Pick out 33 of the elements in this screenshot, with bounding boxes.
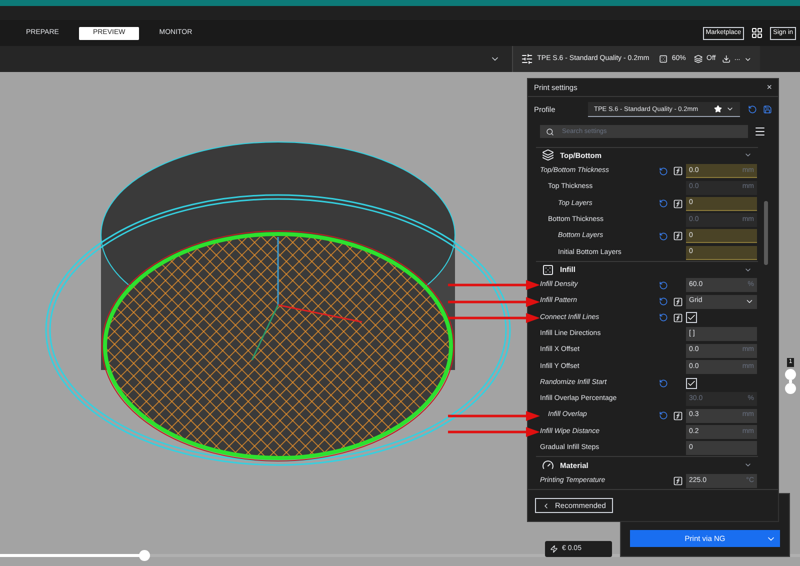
reset-icon[interactable] [658, 166, 668, 176]
reset-icon[interactable] [658, 313, 668, 322]
function-icon[interactable] [673, 312, 683, 323]
download-icon [722, 54, 730, 64]
function-icon[interactable] [673, 476, 683, 486]
layer-slider-track [789, 380, 792, 383]
reset-icon[interactable] [658, 280, 668, 290]
reset-icon[interactable] [748, 105, 757, 114]
checkbox[interactable] [686, 312, 697, 324]
path-slider-handle[interactable] [139, 550, 150, 561]
scrollbar[interactable] [764, 200, 768, 265]
lightning-icon [550, 545, 558, 553]
check-icon [687, 378, 696, 388]
checkbox[interactable] [686, 378, 697, 389]
menu-icon[interactable] [754, 125, 766, 138]
gauge-icon [542, 459, 554, 472]
function-icon[interactable] [673, 166, 683, 176]
layer-slider-handle[interactable] [785, 383, 796, 394]
save-icon[interactable] [763, 105, 772, 114]
close-button[interactable]: × [766, 80, 772, 94]
function-icon[interactable] [673, 296, 683, 307]
check-icon [687, 313, 696, 322]
apps-grid-icon[interactable] [751, 27, 764, 39]
reset-icon[interactable] [658, 378, 668, 388]
dice-icon [542, 264, 554, 276]
reset-icon[interactable] [658, 297, 668, 306]
sliders-icon [521, 52, 534, 66]
layer-slider-handle[interactable] [785, 369, 796, 380]
dice-icon [659, 54, 668, 64]
layers-icon [542, 149, 554, 162]
star-icon[interactable] [714, 105, 722, 114]
search-icon [546, 128, 554, 136]
chevron-left-icon [542, 502, 550, 510]
